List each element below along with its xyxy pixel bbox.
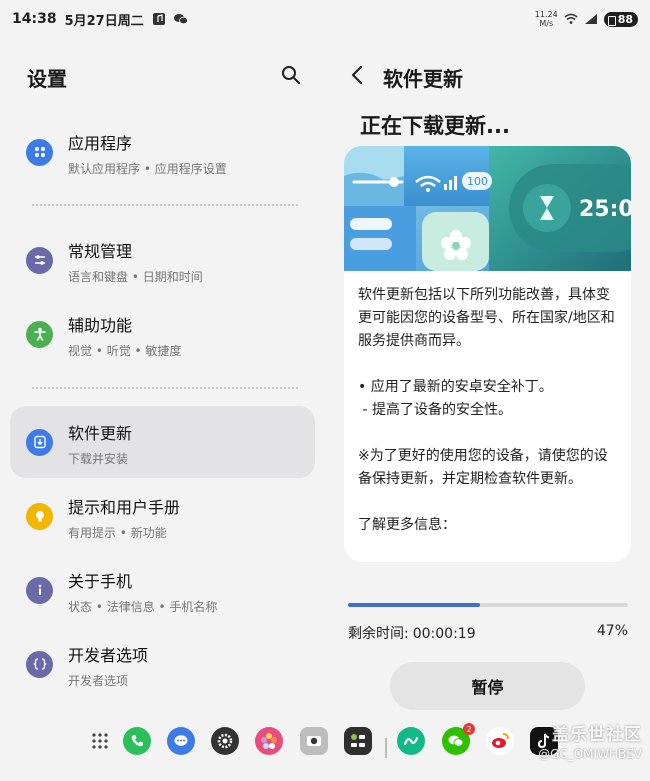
music-notification-icon — [152, 12, 166, 26]
settings-item-about[interactable]: 关于手机 状态 • 法律信息 • 手机名称 — [10, 554, 315, 626]
settings-item-subtitle: 视觉 • 听觉 • 敏捷度 — [68, 344, 182, 358]
banner-timer-text: 25:0 — [579, 197, 631, 222]
dock-separator — [385, 738, 387, 758]
settings-item-subtitle: 开发者选项 — [68, 674, 129, 688]
search-icon — [282, 66, 300, 84]
taskbar: 2 盖乐世社区 @GC_OMIWHBEV — [0, 718, 650, 781]
weibo-icon[interactable] — [486, 727, 514, 755]
remaining-time: 剩余时间: 00:00:19 — [348, 623, 476, 643]
settings-item-tips[interactable]: 提示和用户手册 有用提示 • 新功能 — [10, 480, 315, 552]
settings-item-title: 应用程序 — [68, 134, 133, 153]
settings-item-developer[interactable]: 开发者选项 开发者选项 — [10, 628, 315, 700]
settings-panel: 设置 应用程序 默认应用程序 • 应用程序设置 常规管理 语言和键盘 • 日期和… — [0, 38, 330, 718]
remaining-label: 剩余时间: — [348, 626, 409, 642]
settings-item-subtitle: 下载并安装 — [68, 452, 129, 466]
sliders-icon — [26, 246, 53, 274]
settings-item-subtitle: 状态 • 法律信息 • 手机名称 — [68, 600, 218, 614]
settings-item-accessibility[interactable]: 辅助功能 视觉 • 听觉 • 敏捷度 — [10, 298, 315, 370]
settings-item-subtitle: 语言和键盘 • 日期和时间 — [68, 270, 203, 284]
status-bar: 14:38 5月27日周二 11.24 M/s 88 — [0, 0, 650, 38]
download-progress-bar — [348, 603, 628, 607]
settings-item-title: 辅助功能 — [68, 316, 133, 335]
code-icon — [26, 650, 53, 678]
watermark-title: 盖乐世社区 — [552, 725, 642, 745]
update-description: 软件更新包括以下所列功能改善，具体变更可能因您的设备型号、所在国家/地区和服务提… — [358, 284, 620, 537]
settings-item-title: 常规管理 — [68, 242, 133, 261]
settings-item-title: 提示和用户手册 — [68, 498, 181, 517]
net-speed-value: 11.24 — [534, 10, 558, 19]
wechat-icon[interactable]: 2 — [442, 723, 475, 755]
search-button[interactable] — [280, 64, 302, 86]
description-summary: 软件更新包括以下所列功能改善，具体变更可能因您的设备型号、所在国家/地区和服务提… — [358, 287, 615, 349]
description-sub-bullet: - 提高了设备的安全性。 — [358, 402, 512, 418]
remaining-value: 00:00:19 — [412, 626, 476, 642]
settings-title: 设置 — [27, 67, 67, 91]
battery-indicator: 88 — [603, 11, 638, 27]
watermark-handle: @GC_OMIWHBEV — [538, 747, 642, 761]
divider — [32, 204, 298, 206]
messages-icon[interactable] — [167, 727, 195, 755]
apps-icon — [26, 138, 53, 166]
apps-grid-icon[interactable] — [86, 727, 114, 755]
wechat-badge: 2 — [463, 723, 475, 735]
settings-item-title: 开发者选项 — [68, 646, 149, 665]
settings-item-software-update[interactable]: 软件更新 下载并安装 — [10, 406, 315, 478]
download-status-heading: 正在下载更新... — [360, 114, 510, 138]
settings-item-title: 软件更新 — [68, 424, 133, 443]
network-speed: 11.24 M/s — [535, 10, 558, 28]
bulb-icon — [26, 502, 53, 530]
divider — [32, 387, 298, 389]
settings-item-general[interactable]: 常规管理 语言和键盘 • 日期和时间 — [10, 224, 315, 296]
info-icon — [26, 576, 53, 604]
progress-percent: 47% — [596, 623, 628, 639]
settings-icon[interactable] — [211, 727, 239, 755]
accessibility-icon — [26, 320, 53, 348]
settings-item-subtitle: 默认应用程序 • 应用程序设置 — [68, 162, 227, 176]
wechat-notification-icon — [173, 12, 188, 26]
wifi-icon — [564, 12, 578, 26]
net-speed-unit: M/s — [539, 19, 554, 28]
settings-item-subtitle: 有用提示 • 新功能 — [68, 526, 167, 540]
description-note: ※为了更好的使用您的设备，请使您的设备保持更新，并定期检查软件更新。 — [358, 448, 608, 487]
gallery-icon[interactable] — [255, 727, 283, 755]
update-panel: 软件更新 正在下载更新... 100 25:0 软件更新包括以下所列功能改善，具… — [330, 38, 650, 718]
settings-item-apps[interactable]: 应用程序 默认应用程序 • 应用程序设置 — [10, 116, 315, 188]
camera-icon[interactable] — [300, 727, 328, 755]
learn-more-link[interactable]: 了解更多信息： — [358, 514, 620, 537]
status-date: 5月27日周二 — [64, 13, 144, 29]
link-app-icon[interactable] — [397, 727, 425, 755]
calculator-icon[interactable] — [344, 727, 372, 755]
signal-icon — [584, 12, 598, 26]
page-title: 软件更新 — [383, 67, 463, 91]
chevron-left-icon — [351, 65, 363, 85]
description-bullet: • 应用了最新的安卓安全补丁。 — [358, 379, 553, 395]
pause-button[interactable]: 暂停 — [390, 662, 585, 710]
settings-item-title: 关于手机 — [68, 572, 133, 591]
community-watermark: 盖乐世社区 @GC_OMIWHBEV — [538, 720, 642, 761]
back-button[interactable] — [350, 65, 366, 85]
banner-wifi-badge: 100 — [467, 175, 488, 188]
download-progress-fill — [348, 603, 480, 607]
update-banner-image: 100 25:0 — [344, 146, 631, 271]
download-icon — [26, 428, 53, 456]
update-details-card[interactable]: 100 25:0 软件更新包括以下所列功能改善，具体变更可能因您的设备型号、所在… — [344, 146, 631, 562]
phone-icon[interactable] — [123, 727, 151, 755]
status-time: 14:38 — [12, 11, 57, 27]
